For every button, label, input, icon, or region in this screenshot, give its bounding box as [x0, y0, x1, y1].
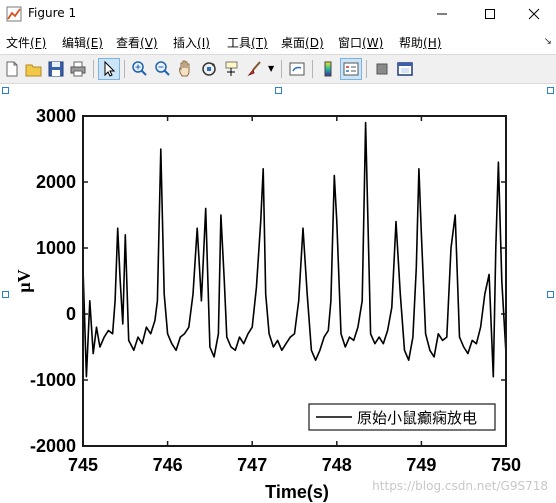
figure-canvas: 745 746 747 748 749 750 3000 2000 1000 0 -1000 -200… — [0, 84, 556, 503]
menu-overflow-arrow-icon[interactable]: ↘ — [544, 36, 552, 47]
legend[interactable]: 原始小鼠癫痫放电 — [308, 403, 496, 431]
hide-plot-tools-icon[interactable] — [372, 59, 392, 79]
menu-desktop[interactable]: 桌面(D) — [281, 34, 324, 51]
x-tick-label: 748 — [322, 455, 352, 475]
toolbar-separator — [281, 60, 282, 78]
menu-edit[interactable]: 编辑(E) — [62, 34, 103, 51]
print-icon[interactable] — [68, 59, 88, 79]
zoom-out-icon[interactable] — [153, 59, 173, 79]
x-tick-label: 745 — [68, 455, 98, 475]
matlab-figure-icon — [6, 6, 22, 22]
y-axis-label: μV — [14, 269, 34, 292]
menu-window[interactable]: 窗口(W) — [338, 34, 383, 51]
menu-tools[interactable]: 工具(T) — [227, 34, 268, 51]
watermark: https://blog.csdn.net/G9S718 — [372, 479, 548, 493]
data-cursor-icon[interactable] — [222, 59, 242, 79]
open-icon[interactable] — [24, 59, 44, 79]
toolbar-separator — [366, 60, 367, 78]
figure-toolbar: ▼ — [0, 54, 556, 84]
y-tick-label: 1000 — [36, 238, 76, 258]
save-icon[interactable] — [46, 59, 66, 79]
zoom-in-icon[interactable] — [130, 59, 150, 79]
menu-bar: 文件(F) 编辑(E) 查看(V) 插入(I) 工具(T) 桌面(D) 窗口(W… — [0, 30, 556, 52]
legend-label: 原始小鼠癫痫放电 — [357, 409, 477, 427]
menu-view[interactable]: 查看(V) — [116, 34, 158, 51]
new-figure-icon[interactable] — [2, 59, 22, 79]
line-chart: 745 746 747 748 749 750 3000 2000 1000 0 -1000 -200… — [14, 106, 521, 502]
y-tick-label: 3000 — [36, 106, 76, 126]
menu-insert[interactable]: 插入(I) — [173, 34, 210, 51]
x-tick-label: 749 — [406, 455, 436, 475]
x-tick-label: 747 — [237, 455, 267, 475]
x-axis-label: Time(s) — [265, 482, 329, 502]
colorbar-icon[interactable] — [318, 59, 338, 79]
toolbar-separator — [93, 60, 94, 78]
maximize-icon — [485, 9, 495, 19]
minimize-button[interactable] — [420, 0, 464, 28]
close-icon — [528, 8, 540, 20]
y-tick-label: 2000 — [36, 172, 76, 192]
select-arrow-icon[interactable] — [98, 58, 120, 80]
minimize-icon — [437, 13, 447, 15]
brush-dropdown-icon[interactable]: ▼ — [268, 64, 274, 73]
menu-help[interactable]: 帮助(H) — [399, 34, 441, 51]
pan-icon[interactable] — [176, 59, 196, 79]
axes-background — [83, 116, 506, 446]
y-tick-label: -2000 — [30, 436, 76, 456]
x-tick-label: 750 — [491, 455, 521, 475]
show-plot-tools-icon[interactable] — [395, 59, 415, 79]
x-tick-label: 746 — [153, 455, 183, 475]
toolbar-separator — [312, 60, 313, 78]
maximize-button[interactable] — [468, 0, 512, 28]
title-bar: Figure 1 — [0, 0, 556, 28]
y-tick-label: -1000 — [30, 370, 76, 390]
window-title: Figure 1 — [28, 6, 77, 20]
toolbar-separator — [124, 60, 125, 78]
link-plot-icon[interactable] — [287, 59, 307, 79]
close-button[interactable] — [512, 0, 556, 28]
legend-icon[interactable] — [340, 58, 362, 80]
y-tick-label: 0 — [66, 304, 76, 324]
rotate-3d-icon[interactable] — [199, 59, 219, 79]
brush-icon[interactable] — [245, 59, 265, 79]
menu-file[interactable]: 文件(F) — [6, 34, 46, 51]
